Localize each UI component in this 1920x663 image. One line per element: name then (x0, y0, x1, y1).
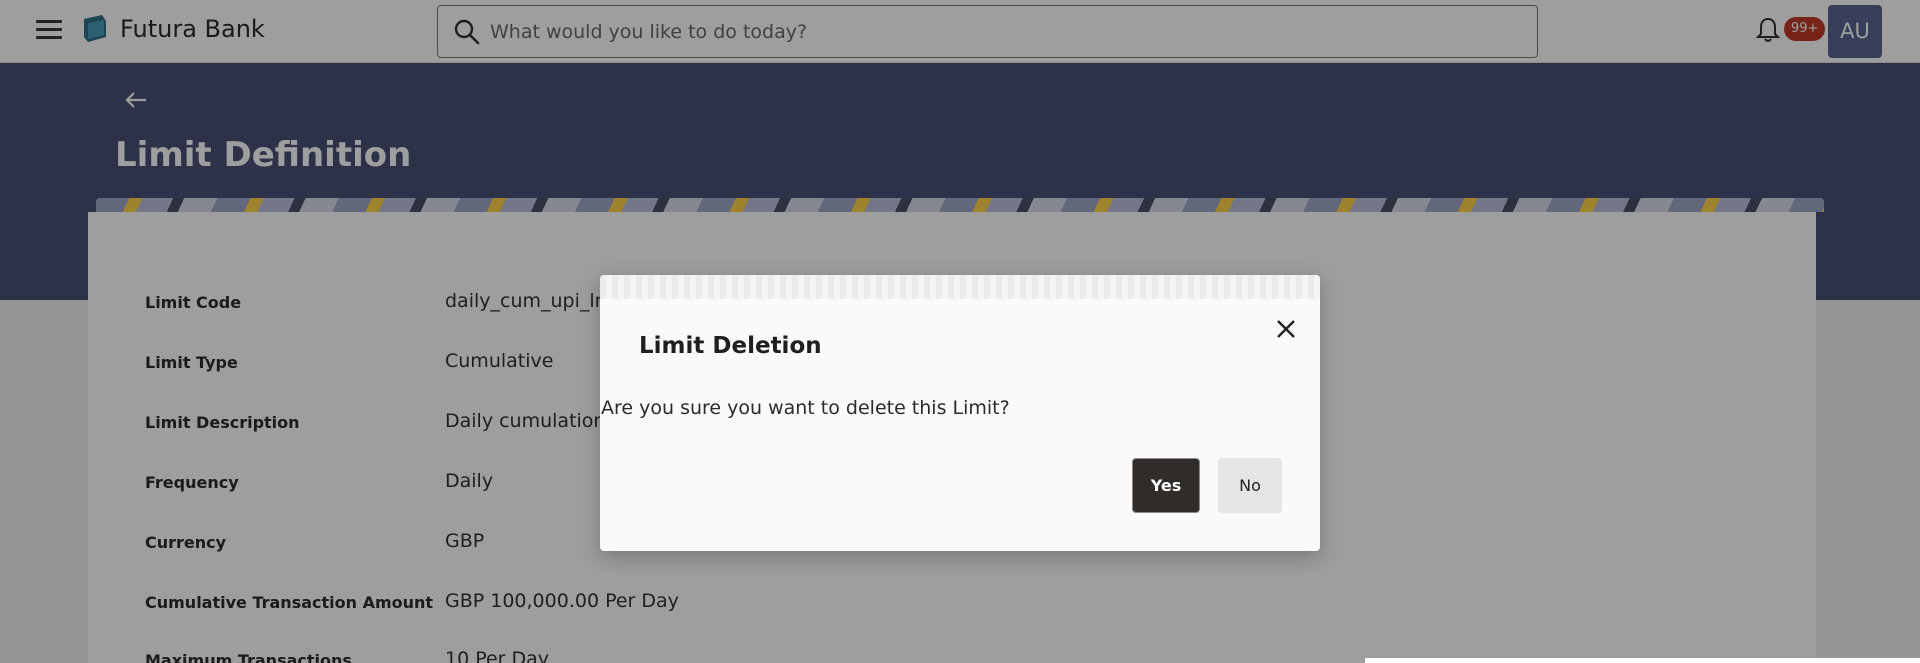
no-button[interactable]: No (1218, 458, 1282, 513)
limit-deletion-dialog: Limit Deletion Are you sure you want to … (600, 275, 1320, 551)
bottom-strip (1365, 658, 1920, 663)
close-icon[interactable] (1272, 315, 1300, 343)
dialog-title: Limit Deletion (639, 333, 822, 359)
yes-button[interactable]: Yes (1132, 458, 1200, 513)
dialog-message: Are you sure you want to delete this Lim… (601, 397, 1010, 419)
dialog-pattern (600, 275, 1320, 299)
